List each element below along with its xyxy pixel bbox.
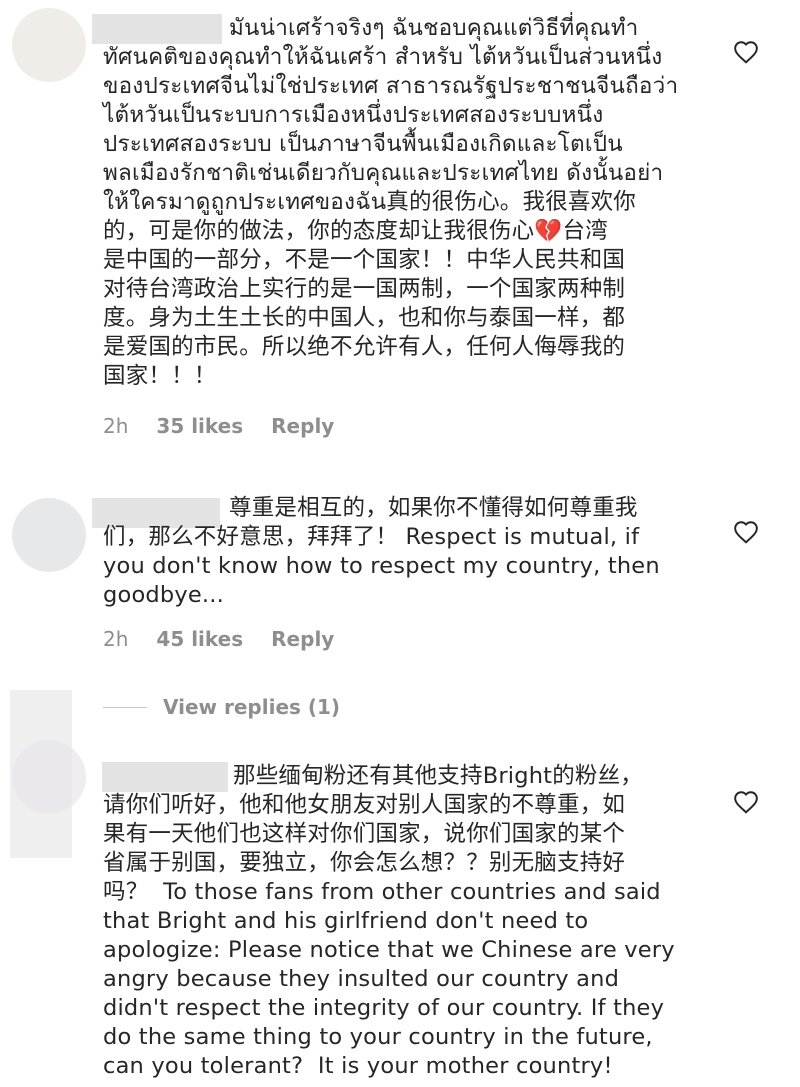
comment-meta: 2h 35 likes Reply: [103, 414, 334, 438]
divider-line: [103, 706, 147, 708]
reply-button[interactable]: Reply: [271, 414, 334, 438]
heart-icon[interactable]: [733, 40, 759, 64]
view-replies-button[interactable]: View replies (1): [103, 695, 340, 719]
heart-icon[interactable]: [733, 790, 759, 814]
avatar[interactable]: [12, 8, 86, 82]
avatar[interactable]: [12, 740, 86, 814]
likes-count[interactable]: 45 likes: [156, 627, 243, 651]
comment-text: 那些缅甸粉还有其他支持Bright的粉丝， 请你们听好，他和他女朋友对别人国家的…: [103, 763, 675, 1079]
reply-button[interactable]: Reply: [271, 627, 334, 651]
comment-meta: 2h 45 likes Reply: [103, 627, 334, 651]
comment-text: มันน่าเศร้าจริงๆ ฉันชอบคุณแต่วิธีที่คุณท…: [103, 15, 679, 389]
comment-text: 尊重是相互的，如果你不懂得如何尊重我 们，那么不好意思，拜拜了！ Respect…: [103, 495, 660, 608]
likes-count[interactable]: 35 likes: [156, 414, 243, 438]
timestamp: 2h: [103, 627, 129, 651]
view-replies-label: View replies (1): [163, 695, 341, 719]
timestamp: 2h: [103, 414, 129, 438]
heart-icon[interactable]: [733, 520, 759, 544]
avatar[interactable]: [12, 498, 86, 572]
